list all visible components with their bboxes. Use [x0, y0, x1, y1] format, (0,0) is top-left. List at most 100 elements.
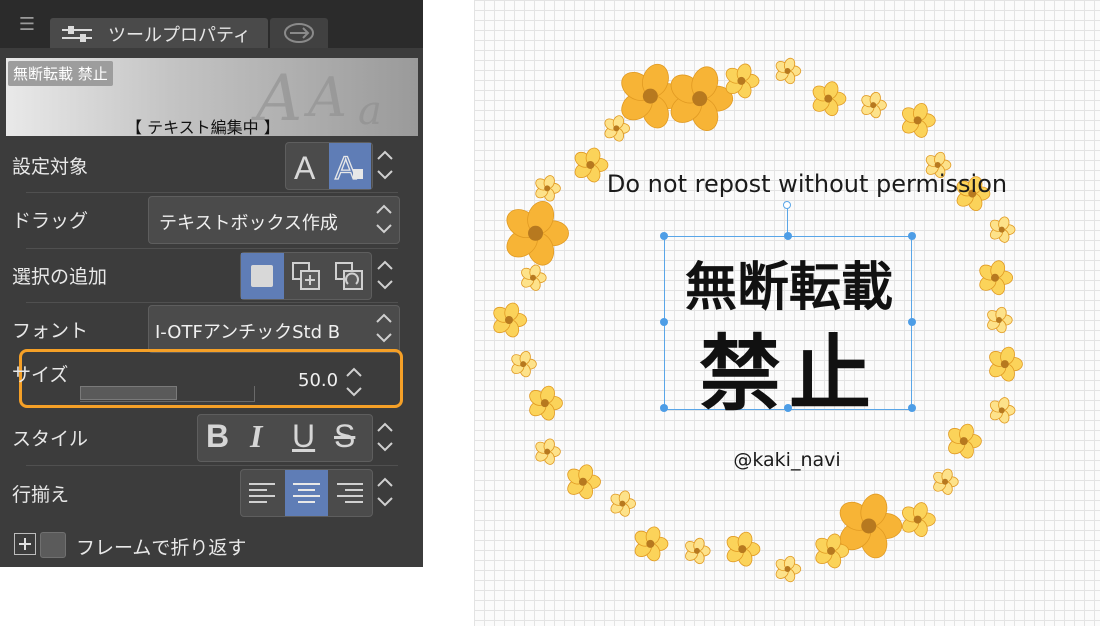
flower-icon — [989, 216, 1016, 243]
flower-icon — [634, 526, 669, 562]
flower-icon — [979, 260, 1013, 296]
flower-icon — [493, 302, 528, 338]
sliders-icon — [60, 24, 94, 44]
target-toggle-group: A A — [285, 142, 373, 190]
style-label: スタイル — [12, 428, 89, 450]
row-divider — [26, 302, 398, 303]
svg-text:A: A — [294, 150, 316, 186]
bold-button[interactable]: B — [206, 418, 229, 455]
expand-plus-icon[interactable] — [14, 533, 36, 555]
flower-icon — [685, 537, 711, 565]
align-spin-icon[interactable] — [374, 472, 396, 512]
target-label: 設定対象 — [12, 156, 89, 178]
row-divider — [26, 248, 398, 249]
resize-handle-bl[interactable] — [660, 404, 668, 412]
square-icon — [251, 265, 273, 287]
flower-icon — [529, 385, 563, 421]
align-left-button[interactable] — [241, 470, 284, 516]
font-select[interactable]: I-OTFアンチックStd B — [148, 305, 400, 353]
preview-status-caption: 【 テキスト編集中 】 — [126, 118, 280, 136]
flower-icon — [861, 91, 887, 119]
target-object-button[interactable]: A — [329, 143, 371, 189]
tab-sub-tool-detail[interactable] — [270, 18, 328, 48]
size-label: サイズ — [12, 364, 69, 386]
align-center-button[interactable] — [285, 470, 328, 516]
flower-icon — [610, 490, 636, 517]
svg-text:A: A — [303, 66, 347, 129]
resize-handle-tr[interactable] — [908, 232, 916, 240]
chevron-up-down-icon — [373, 308, 395, 348]
align-toggle-group — [240, 469, 373, 517]
size-slider-fill — [80, 386, 178, 400]
selection-new-button[interactable] — [241, 253, 284, 299]
strike-button[interactable]: S — [334, 418, 355, 455]
size-slider[interactable] — [80, 386, 255, 402]
flower-icon — [989, 397, 1016, 424]
font-label: フォント — [12, 320, 89, 342]
size-spin-icon[interactable] — [343, 362, 365, 402]
panel-menu-icon[interactable]: ☰ — [14, 14, 40, 36]
style-toggle-group: B I U S — [197, 414, 373, 462]
flower-icon — [775, 555, 802, 583]
align-left-icon — [249, 483, 275, 503]
flower-icon — [604, 115, 630, 142]
flower-icon — [933, 468, 959, 495]
italic-button[interactable]: I — [250, 418, 262, 455]
selection-replace-button[interactable] — [328, 253, 371, 299]
align-right-button[interactable] — [329, 470, 372, 516]
chevron-up-down-icon — [373, 199, 395, 239]
flower-icon — [521, 264, 547, 291]
swap-layer-icon — [335, 262, 363, 290]
drag-mode-value: テキストボックス作成 — [159, 213, 338, 234]
underline-button[interactable]: U — [292, 418, 315, 455]
flower-icon — [726, 531, 761, 567]
sub-tool-icon — [284, 23, 314, 43]
flower-icon — [775, 57, 802, 85]
selection-spin-icon[interactable] — [374, 255, 396, 295]
rotate-handle[interactable] — [783, 201, 791, 209]
resize-handle-l[interactable] — [660, 318, 668, 326]
resize-handle-tl[interactable] — [660, 232, 668, 240]
svg-text:A: A — [335, 150, 357, 186]
flower-icon — [621, 63, 684, 129]
author-handle-text: @kaki_navi — [733, 449, 841, 471]
tool-property-panel: ☰ ツールプロパティ A A a 無断転載 禁止 【 テキスト編集中 】 設定対… — [0, 0, 423, 567]
target-spin-icon[interactable] — [374, 145, 396, 185]
selection-add-button[interactable] — [285, 253, 328, 299]
drag-mode-select[interactable]: テキストボックス作成 — [148, 196, 400, 244]
flower-icon — [987, 306, 1013, 334]
drag-label: ドラッグ — [12, 210, 89, 232]
resize-handle-b[interactable] — [784, 404, 792, 412]
preview-text-badge: 無断転載 禁止 — [8, 61, 113, 86]
flower-icon — [511, 350, 537, 378]
resize-handle-r[interactable] — [908, 318, 916, 326]
resize-handle-br[interactable] — [908, 404, 916, 412]
wrap-frame-label: フレームで折り返す — [76, 537, 247, 559]
svg-text:a: a — [358, 88, 382, 134]
resize-handle-t[interactable] — [784, 232, 792, 240]
row-divider — [26, 192, 398, 193]
text-selection-box[interactable]: 無断転載 禁止 — [664, 236, 912, 422]
drawing-canvas[interactable]: Do not repost without permission 無断転載 禁止… — [474, 0, 1100, 626]
flower-icon — [902, 103, 936, 138]
flower-icon — [812, 81, 847, 117]
align-label: 行揃え — [12, 484, 70, 506]
align-right-icon — [337, 483, 363, 503]
tab-tool-property[interactable]: ツールプロパティ — [50, 18, 268, 48]
repost-warning-text: Do not repost without permission — [606, 170, 1008, 198]
add-layer-icon — [292, 262, 320, 290]
wrap-frame-checkbox[interactable] — [40, 532, 66, 558]
letter-a-icon: A — [294, 150, 316, 186]
panel-tab-bar: ☰ ツールプロパティ — [0, 0, 423, 48]
letter-a-cube-icon: A — [334, 149, 363, 187]
target-text-button[interactable]: A — [286, 143, 328, 189]
size-value[interactable]: 50.0 — [298, 370, 338, 391]
font-value: I-OTFアンチックStd B — [155, 322, 341, 343]
selection-label: 選択の追加 — [12, 266, 108, 288]
flower-icon — [902, 502, 936, 537]
flower-icon — [989, 346, 1023, 382]
style-spin-icon[interactable] — [374, 417, 396, 457]
brush-preview: A A a 無断転載 禁止 【 テキスト編集中 】 — [6, 58, 418, 136]
flower-icon — [506, 201, 569, 266]
selection-mode-group — [240, 252, 372, 300]
